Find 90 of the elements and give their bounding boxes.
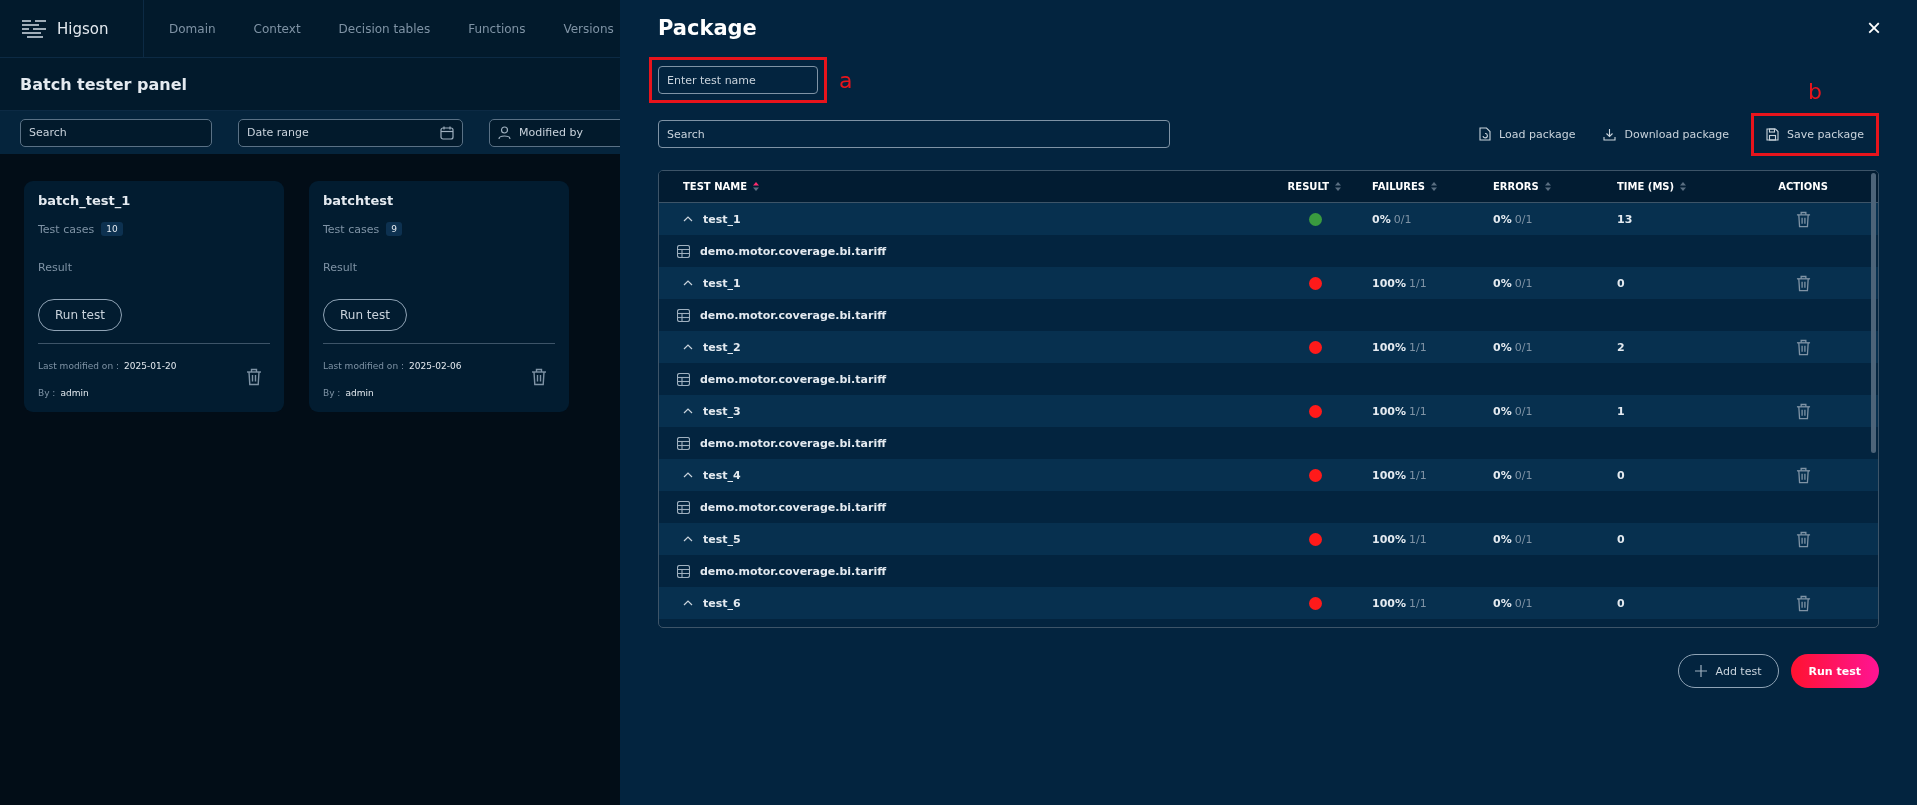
failures-value: 100% <box>1372 404 1406 418</box>
errors-value: 0% <box>1493 404 1512 418</box>
time-value: 2 <box>1617 340 1625 354</box>
errors-value: 0% <box>1493 340 1512 354</box>
count-badge: 10 <box>101 222 123 236</box>
test-name: test_5 <box>703 532 741 546</box>
date-range-field[interactable]: Date range <box>238 118 463 147</box>
annotation-label: a <box>839 67 853 93</box>
errors-count: 0/1 <box>1514 276 1533 290</box>
test-name: test_1 <box>703 212 741 226</box>
errors-value: 0% <box>1493 532 1512 546</box>
time-value: 1 <box>1617 404 1625 418</box>
nav-link[interactable]: Decision tables <box>338 21 431 36</box>
author-name: admin <box>345 388 374 398</box>
failures-count: 1/1 <box>1409 276 1427 290</box>
test-cases-label: Test cases <box>38 222 95 236</box>
result-label: Result <box>323 261 358 274</box>
failures-value: 100% <box>1372 596 1406 610</box>
failures-value: 100% <box>1372 532 1406 546</box>
modified-date: 2025-01-20 <box>124 361 177 371</box>
errors-count: 0/1 <box>1514 404 1533 418</box>
errors-value: 0% <box>1493 468 1512 482</box>
failures-count: 1/1 <box>1409 340 1427 354</box>
close-button[interactable]: × <box>1867 14 1881 42</box>
test-name: test_6 <box>703 596 741 610</box>
count-badge: 9 <box>386 222 402 236</box>
decision-table-name: demo.motor.coverage.bi.tariff <box>700 436 887 450</box>
search-field[interactable]: Search <box>658 120 1170 148</box>
errors-value: 0% <box>1493 596 1512 610</box>
errors-count: 0/1 <box>1514 340 1533 354</box>
failures-value: 0% <box>1372 212 1391 226</box>
author-name: admin <box>60 388 89 398</box>
test-name: test_3 <box>703 404 741 418</box>
errors-value: 0% <box>1493 212 1512 226</box>
errors-count: 0/1 <box>1514 468 1533 482</box>
errors-count: 0/1 <box>1514 596 1533 610</box>
author-label: By : <box>323 388 341 398</box>
errors-count: 0/1 <box>1514 212 1533 226</box>
author-label: By : <box>38 388 56 398</box>
test-name: test_4 <box>703 468 741 482</box>
nav-link[interactable]: Versions <box>563 21 614 36</box>
test-name: test_2 <box>703 340 741 354</box>
load-package-button[interactable]: Load package <box>1473 121 1582 147</box>
failures-count: 1/1 <box>1409 404 1427 418</box>
failures-value: 100% <box>1372 468 1406 482</box>
decision-table-name: demo.motor.coverage.bi.tariff <box>700 500 887 514</box>
column-header[interactable]: TIME (MS) <box>1617 181 1675 192</box>
errors-value: 0% <box>1493 276 1512 290</box>
column-header[interactable]: ERRORS <box>1493 181 1539 192</box>
decision-table-name: demo.motor.coverage.bi.tariff <box>700 564 887 578</box>
time-value: 0 <box>1617 596 1625 610</box>
card-title: batchtest <box>323 193 395 208</box>
failures-value: 100% <box>1372 340 1406 354</box>
nav-link[interactable]: Context <box>253 21 301 36</box>
column-header[interactable]: FAILURES <box>1372 181 1425 192</box>
failures-count: 1/1 <box>1409 532 1427 546</box>
dialog-title: Package <box>658 16 757 40</box>
time-value: 0 <box>1617 276 1625 290</box>
time-value: 13 <box>1617 212 1633 226</box>
download-package-button[interactable]: Download package <box>1597 121 1736 147</box>
column-header[interactable]: ACTIONS <box>1778 181 1828 192</box>
failures-count: 1/1 <box>1409 596 1427 610</box>
modified-by-dropdown[interactable]: Modified by <box>489 118 620 147</box>
modified-date: 2025-02-06 <box>409 361 462 371</box>
run-test-button[interactable]: Run test <box>1790 654 1879 688</box>
failures-count: 0/1 <box>1393 212 1412 226</box>
column-header[interactable]: RESULT <box>1287 181 1329 192</box>
nav-link[interactable]: Functions <box>468 21 526 36</box>
time-value: 0 <box>1617 468 1625 482</box>
page-title: Batch tester panel <box>20 74 188 94</box>
test-cases-label: Test cases <box>323 222 380 236</box>
search-field[interactable]: Search <box>20 118 212 147</box>
annotation-label: b <box>1808 78 1822 104</box>
modified-label: Last modified on : <box>323 361 404 371</box>
errors-count: 0/1 <box>1514 532 1533 546</box>
nav-link[interactable]: Domain <box>169 21 216 36</box>
time-value: 0 <box>1617 532 1625 546</box>
column-header[interactable]: TEST NAME <box>683 181 748 192</box>
result-label: Result <box>38 261 73 274</box>
test-name: test_1 <box>703 276 741 290</box>
decision-table-name: demo.motor.coverage.bi.tariff <box>700 372 887 386</box>
card-title: batch_test_1 <box>38 193 132 208</box>
test-name-field[interactable]: Enter test name <box>658 66 818 94</box>
modified-label: Last modified on : <box>38 361 119 371</box>
save-package-button[interactable]: Save package <box>1760 121 1870 147</box>
decision-table-name: demo.motor.coverage.bi.tariff <box>700 244 887 258</box>
logo-text: Higson <box>57 19 109 38</box>
failures-count: 1/1 <box>1409 468 1427 482</box>
failures-value: 100% <box>1372 276 1406 290</box>
decision-table-name: demo.motor.coverage.bi.tariff <box>700 308 887 322</box>
